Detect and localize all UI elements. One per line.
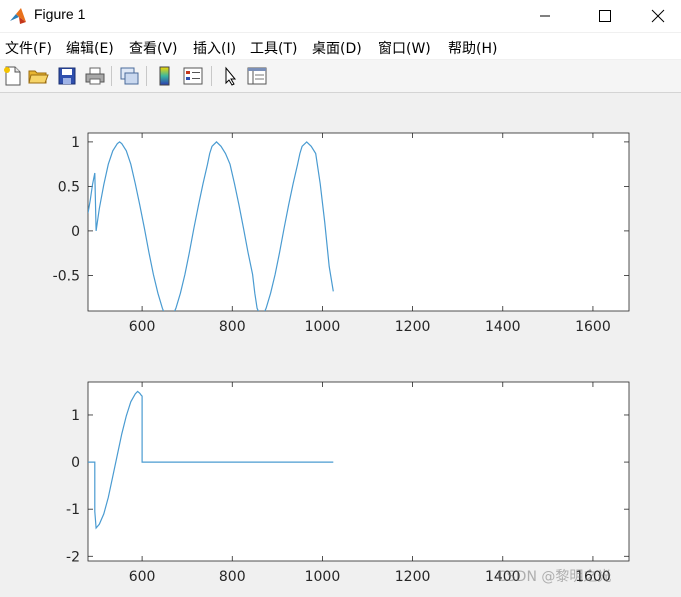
x-tick-label: 600 [129,319,156,335]
y-tick-label: 0.5 [58,179,80,195]
legend-button[interactable] [182,65,204,87]
toolbar-separator [146,66,147,86]
menu-file[interactable]: 文件(F) [5,38,52,58]
colorbar-icon [159,66,170,86]
menu-desktop[interactable]: 桌面(D) [312,38,362,58]
menu-insert[interactable]: 插入(I) [193,38,236,58]
minimize-button[interactable] [522,0,568,30]
figure-canvas[interactable]: 600 800 1000 1200 1400 1600 1 0.5 0 -0.5 600 800 100… [0,93,681,597]
x-tick-label: 1600 [575,319,611,335]
edit-plot-button[interactable] [219,65,241,87]
watermark-text: CSDN @黎明之光 [497,569,612,585]
property-inspector-icon [247,67,267,85]
menu-edit[interactable]: 编辑(E) [66,38,114,58]
save-button[interactable] [56,65,78,87]
title-bar: Figure 1 [0,0,681,32]
colorbar-button[interactable] [154,65,176,87]
print-icon [85,67,105,85]
matlab-icon [10,8,26,24]
y-tick-label: 0 [71,455,80,471]
y-tick-label: 1 [71,135,80,151]
x-tick-label: 1000 [305,569,341,585]
y-tick-label: -2 [66,549,80,565]
x-tick-label: 1400 [485,319,521,335]
legend-icon [183,67,203,85]
x-tick-label: 800 [219,319,246,335]
toolbar [0,60,681,93]
x-tick-label: 800 [219,569,246,585]
maximize-button[interactable] [582,0,628,30]
menu-help[interactable]: 帮助(H) [448,38,497,58]
axes-0[interactable]: 600 800 1000 1200 1400 1600 1 0.5 0 -0.5 [53,132,630,335]
edit-plot-arrow-icon [225,66,237,86]
property-inspector-button[interactable] [246,65,268,87]
menu-window[interactable]: 窗口(W) [378,38,431,58]
axes-box [87,381,630,562]
new-figure-button[interactable] [2,65,24,87]
close-button[interactable] [635,0,681,30]
axes-1[interactable]: 600 800 1000 1200 1400 160010-1-2 [66,381,630,585]
close-icon [651,9,665,23]
x-tick-label: 1000 [305,319,341,335]
y-tick-label: -1 [66,502,80,518]
maximize-icon [599,10,611,22]
y-tick-label: 0 [71,224,80,240]
axes-box [87,132,630,312]
menu-bar: 文件(F) 编辑(E) 查看(V) 插入(I) 工具(T) 桌面(D) 窗口(W… [0,33,681,59]
x-tick-label: 600 [129,569,156,585]
save-icon [58,67,76,85]
toolbar-separator [211,66,212,86]
x-tick-label: 1200 [395,569,431,585]
y-tick-label: -0.5 [53,268,80,284]
new-figure-icon [4,66,21,86]
top-axes[interactable]: 600 800 1000 1200 1400 1600 1 0.5 0 -0.5 600 800 100… [0,93,681,597]
window-title: Figure 1 [34,6,86,22]
link-plot-icon [120,67,139,85]
link-plot-button[interactable] [118,65,140,87]
menu-tools[interactable]: 工具(T) [250,38,297,58]
x-tick-label: 1200 [395,319,431,335]
open-file-button[interactable] [27,65,49,87]
toolbar-separator [111,66,112,86]
open-file-icon [28,70,49,84]
minimize-icon [540,15,550,17]
menu-view[interactable]: 查看(V) [129,38,178,58]
print-button[interactable] [84,65,106,87]
y-tick-label: 1 [71,408,80,424]
